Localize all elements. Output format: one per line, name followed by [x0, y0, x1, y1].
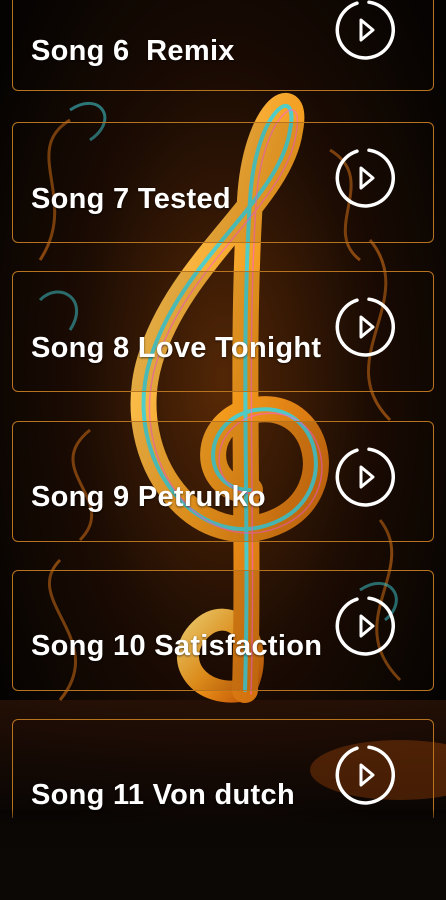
song-title: Song 7 Tested: [31, 183, 231, 215]
song-title: Song 9 Petrunko: [31, 481, 266, 513]
song-title: Song 6 Remix: [31, 35, 235, 67]
song-card-6[interactable]: Song 6 Remix: [12, 0, 434, 91]
song-card-9[interactable]: Song 9 Petrunko: [12, 421, 434, 542]
song-card-10[interactable]: Song 10 Satisfaction: [12, 570, 434, 691]
song-title: Song 10 Satisfaction: [31, 630, 323, 662]
song-card-11[interactable]: Song 11 Von dutch: [12, 719, 434, 818]
play-circle-icon[interactable]: [333, 295, 397, 359]
song-title: Song 8 Love Tonight: [31, 332, 322, 364]
play-circle-icon[interactable]: [333, 445, 397, 509]
song-card-7[interactable]: Song 7 Tested: [12, 122, 434, 243]
play-circle-icon[interactable]: [333, 743, 397, 807]
play-circle-icon[interactable]: [333, 594, 397, 658]
bottom-bar: [0, 808, 446, 900]
song-card-8[interactable]: Song 8 Love Tonight: [12, 271, 434, 392]
play-circle-icon[interactable]: [333, 146, 397, 210]
song-list[interactable]: Song 6 Remix Song 7 Tested Song 8 Love T…: [0, 0, 446, 818]
play-circle-icon[interactable]: [333, 0, 397, 62]
